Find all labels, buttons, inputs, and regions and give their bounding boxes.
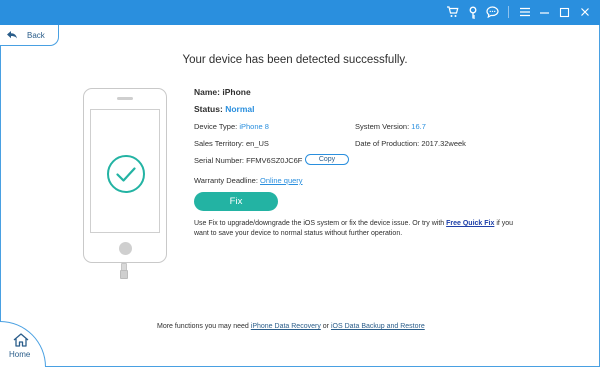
- system-version-row: System Version: 16.7: [355, 122, 426, 131]
- production-date-label: Date of Production:: [355, 139, 420, 148]
- free-quick-fix-link[interactable]: Free Quick Fix: [446, 220, 494, 227]
- system-version-label: System Version:: [355, 122, 410, 131]
- sales-territory-value: en_US: [245, 139, 269, 148]
- warranty-row: Warranty Deadline: Online query: [194, 176, 303, 185]
- device-status-value: Normal: [225, 104, 255, 114]
- device-name-row: Name: iPhone: [194, 87, 251, 97]
- device-type-value: iPhone 8: [239, 122, 269, 131]
- phone-illustration: [83, 88, 167, 263]
- warranty-label: Warranty Deadline:: [194, 176, 258, 185]
- cart-icon[interactable]: [445, 4, 460, 20]
- serial-number-label: Serial Number:: [194, 156, 245, 165]
- home-label: Home: [9, 350, 31, 359]
- production-date-row: Date of Production: 2017.32week: [355, 139, 466, 148]
- back-button[interactable]: Back: [0, 25, 59, 46]
- iphone-data-recovery-link[interactable]: iPhone Data Recovery: [251, 323, 321, 330]
- fix-button[interactable]: Fix: [194, 192, 278, 211]
- checkmark-icon: [107, 155, 145, 193]
- copy-button[interactable]: Copy: [305, 154, 349, 165]
- online-query-link[interactable]: Online query: [260, 176, 303, 185]
- usb-connector: [120, 270, 128, 279]
- device-name-label: Name:: [194, 87, 220, 97]
- more-functions-prefix: More functions you may need: [157, 323, 249, 330]
- serial-number-row: Serial Number: FFMV6SZ0JC6F: [194, 156, 302, 165]
- key-icon[interactable]: [465, 4, 480, 20]
- sales-territory-row: Sales Territory: en_US: [194, 139, 269, 148]
- phone-screen: [90, 109, 160, 233]
- chat-icon[interactable]: [485, 4, 500, 20]
- sales-territory-label: Sales Territory:: [194, 139, 244, 148]
- device-type-label: Device Type:: [194, 122, 238, 131]
- maximize-icon[interactable]: [557, 4, 572, 20]
- home-icon: [13, 333, 29, 347]
- menu-icon[interactable]: [517, 4, 532, 20]
- production-date-value: 2017.32week: [421, 139, 466, 148]
- device-status-label: Status:: [194, 104, 223, 114]
- system-version-value: 16.7: [411, 122, 426, 131]
- ios-backup-restore-link[interactable]: iOS Data Backup and Restore: [331, 323, 425, 330]
- close-icon[interactable]: [577, 4, 592, 20]
- back-label: Back: [27, 30, 45, 40]
- title-bar: [0, 0, 600, 25]
- device-name-value: iPhone: [222, 87, 251, 97]
- fix-description: Use Fix to upgrade/downgrade the iOS sys…: [194, 219, 524, 239]
- title-bar-controls: [445, 4, 592, 20]
- phone-home-button: [119, 242, 132, 255]
- or-text: or: [322, 323, 330, 330]
- more-functions: More functions you may need iPhone Data …: [157, 323, 425, 330]
- separator: [508, 6, 509, 18]
- back-arrow-icon: [7, 31, 17, 39]
- fix-description-text: Use Fix to upgrade/downgrade the iOS sys…: [194, 220, 445, 227]
- page-title: Your device has been detected successful…: [182, 54, 408, 66]
- serial-number-value: FFMV6SZ0JC6F: [246, 156, 303, 165]
- device-type-row: Device Type: iPhone 8: [194, 122, 269, 131]
- device-status-row: Status: Normal: [194, 104, 254, 114]
- phone-speaker: [117, 97, 133, 100]
- minimize-icon[interactable]: [537, 4, 552, 20]
